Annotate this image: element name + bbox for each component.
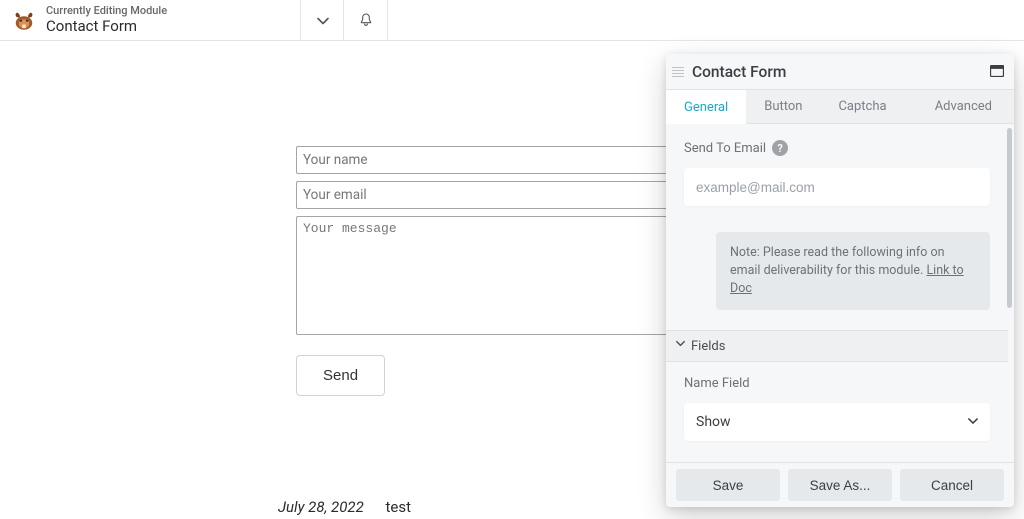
post-title: test — [385, 498, 411, 516]
tab-captcha[interactable]: Captcha — [820, 90, 904, 123]
send-to-email-input[interactable] — [684, 168, 990, 206]
panel-footer: Save Save As... Cancel — [666, 462, 1014, 507]
beaver-logo-icon — [12, 8, 36, 32]
chevron-down-icon — [676, 339, 685, 351]
post-meta: July 28, 2022 test — [278, 498, 411, 516]
save-as-button[interactable]: Save As... — [788, 469, 892, 501]
expand-icon[interactable] — [990, 62, 1004, 81]
send-button[interactable]: Send — [296, 355, 385, 396]
send-to-email-label: Send To Email ? — [684, 140, 990, 156]
contact-form-preview: Send — [296, 146, 707, 396]
drag-handle-icon[interactable] — [672, 67, 684, 77]
tab-button[interactable]: Button — [746, 90, 820, 123]
chevron-down-icon[interactable] — [300, 0, 344, 41]
email-input[interactable] — [296, 181, 707, 209]
cancel-button[interactable]: Cancel — [900, 469, 1004, 501]
module-title: Contact Form — [46, 18, 167, 35]
fields-accordion[interactable]: Fields — [666, 330, 1008, 362]
name-input[interactable] — [296, 146, 707, 174]
deliverability-note: Note: Please read the following info on … — [716, 232, 990, 310]
panel-title: Contact Form — [692, 63, 990, 81]
tab-advanced[interactable]: Advanced — [917, 90, 1014, 123]
message-textarea[interactable] — [296, 216, 707, 335]
name-field-select[interactable]: Show — [684, 403, 990, 441]
panel-body: Send To Email ? Note: Please read the fo… — [666, 124, 1014, 462]
name-field-label: Name Field — [684, 376, 990, 391]
module-title-block: Currently Editing Module Contact Form — [0, 0, 344, 40]
save-button[interactable]: Save — [676, 469, 780, 501]
module-subtitle: Currently Editing Module — [46, 5, 167, 18]
help-icon[interactable]: ? — [772, 140, 788, 156]
notification-bell-icon[interactable] — [344, 0, 388, 41]
scrollbar[interactable] — [1007, 128, 1012, 308]
tab-general[interactable]: General — [666, 90, 746, 124]
top-bar: Currently Editing Module Contact Form — [0, 0, 1024, 41]
panel-tabs: General Button Captcha Advanced — [666, 90, 1014, 124]
panel-header: Contact Form — [666, 54, 1014, 90]
post-date: July 28, 2022 — [278, 498, 364, 516]
module-settings-panel: Contact Form General Button Captcha Adva… — [666, 54, 1014, 507]
chevron-down-icon — [968, 416, 978, 429]
